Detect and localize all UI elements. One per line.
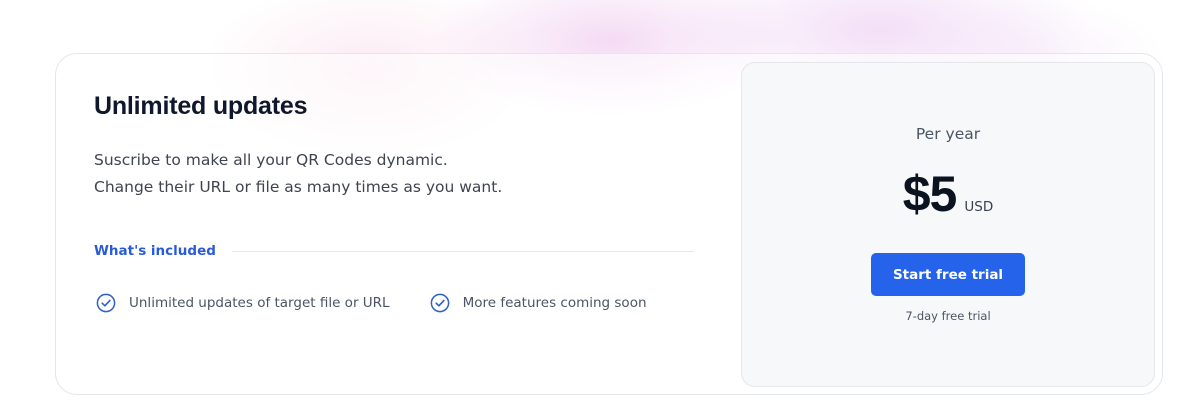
trial-note: 7-day free trial — [905, 309, 991, 323]
price-amount: $5 — [902, 166, 958, 222]
price-currency: USD — [964, 199, 994, 215]
plan-description: Suscribe to make all your QR Codes dynam… — [94, 147, 502, 201]
whats-included-label: What's included — [94, 243, 216, 259]
description-line: Change their URL or file as many times a… — [94, 178, 503, 196]
feature-item: More features coming soon — [430, 293, 647, 313]
feature-label: More features coming soon — [462, 295, 647, 311]
feature-item: Unlimited updates of target file or URL — [96, 293, 390, 313]
start-free-trial-button[interactable]: Start free trial — [871, 253, 1025, 296]
whats-included-header: What's included — [94, 241, 694, 261]
check-circle-icon — [96, 293, 116, 313]
check-circle-icon — [430, 293, 450, 313]
feature-label: Unlimited updates of target file or URL — [129, 295, 390, 311]
plan-title: Unlimited updates — [94, 92, 308, 120]
price-row: $5 USD — [742, 165, 1154, 223]
feature-list: Unlimited updates of target file or URL … — [96, 293, 687, 313]
pricing-card: Unlimited updates Suscribe to make all y… — [55, 53, 1163, 395]
divider — [231, 250, 694, 252]
price-panel: Per year $5 USD Start free trial 7-day f… — [741, 62, 1155, 387]
description-line: Suscribe to make all your QR Codes dynam… — [94, 151, 448, 169]
billing-period: Per year — [915, 125, 981, 143]
